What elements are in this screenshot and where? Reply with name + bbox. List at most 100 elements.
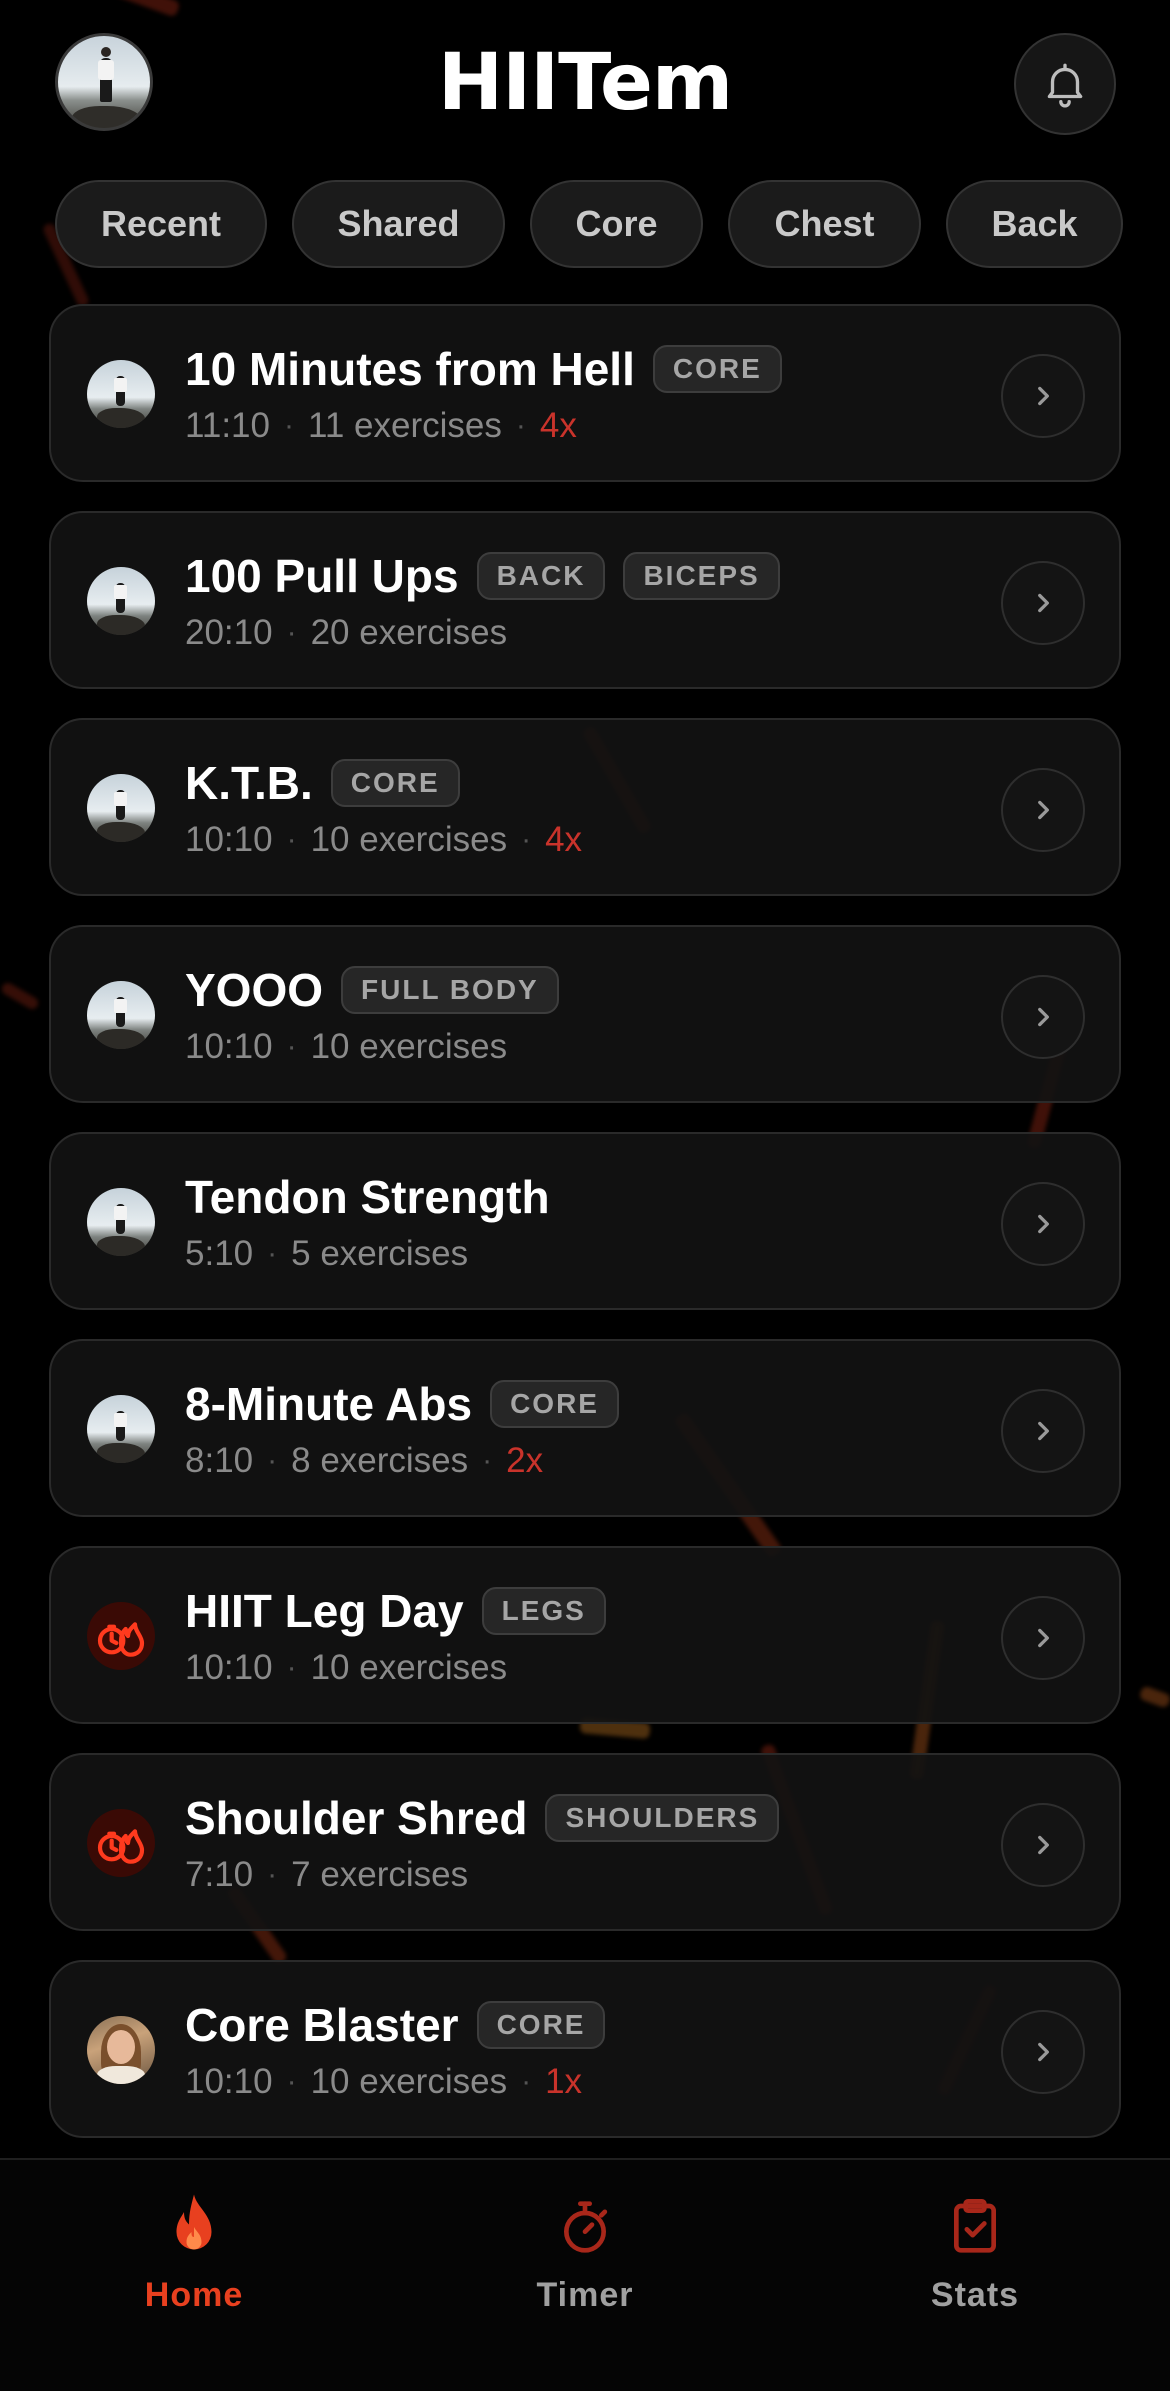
stopwatch-icon: [564, 2201, 608, 2253]
workout-card[interactable]: 8-Minute Abs CORE 8:10 · 8 exercises · 2x: [49, 1339, 1121, 1517]
workout-exercise-count: 11 exercises: [308, 406, 502, 445]
workout-avatar: [87, 2016, 155, 2084]
open-workout-button[interactable]: [1001, 354, 1085, 438]
notifications-button[interactable]: [1014, 33, 1116, 135]
clipboard-check-icon: [954, 2199, 996, 2253]
workout-duration: 11:10: [185, 406, 270, 445]
home-screen: HIITem Recent Shared Core Chest Back 10 …: [0, 0, 1170, 2391]
workout-card[interactable]: 10 Minutes from Hell CORE 11:10 · 11 exer…: [49, 304, 1121, 482]
open-workout-button[interactable]: [1001, 975, 1085, 1059]
workout-duration: 10:10: [185, 820, 273, 859]
workout-tag: SHOULDERS: [545, 1794, 780, 1842]
chevron-right-icon: [1038, 2042, 1049, 2062]
workout-exercise-count: 20 exercises: [310, 613, 508, 652]
workout-exercise-count: 10 exercises: [310, 1648, 508, 1687]
workout-duration: 10:10: [185, 1648, 273, 1687]
workout-avatar: [87, 1602, 155, 1670]
workout-card[interactable]: HIIT Leg Day LEGS 10:10 · 10 exercises: [49, 1546, 1121, 1724]
workout-duration: 10:10: [185, 1027, 273, 1066]
workout-title: 8-Minute Abs: [185, 1378, 473, 1430]
filter-chips: Recent Shared Core Chest Back: [55, 180, 1123, 268]
filter-chip-back[interactable]: Back: [946, 180, 1123, 268]
workout-card[interactable]: Tendon Strength 5:10 · 5 exercises: [49, 1132, 1121, 1310]
chevron-right-icon: [1038, 1214, 1049, 1234]
workout-tag: FULL BODY: [341, 966, 559, 1014]
workout-avatar: [87, 774, 155, 842]
workout-title: Shoulder Shred: [185, 1792, 528, 1844]
workout-rep-count: 4x: [539, 406, 577, 445]
workout-title: Core Blaster: [185, 1999, 459, 2051]
open-workout-button[interactable]: [1001, 768, 1085, 852]
open-workout-button[interactable]: [1001, 1803, 1085, 1887]
filter-chip-shared[interactable]: Shared: [292, 180, 505, 268]
workout-card[interactable]: Shoulder Shred SHOULDERS 7:10 · 7 exercis…: [49, 1753, 1121, 1931]
workout-avatar: [87, 567, 155, 635]
filter-chip-core[interactable]: Core: [530, 180, 703, 268]
workout-tag: BACK: [476, 552, 606, 600]
flame-icon: [176, 2194, 212, 2250]
ember-streak: [1138, 1685, 1170, 1709]
header: HIITem: [0, 0, 1170, 175]
filter-chip-chest[interactable]: Chest: [728, 180, 921, 268]
tab-timer[interactable]: Timer: [465, 2192, 705, 2322]
chevron-right-icon: [1038, 800, 1049, 820]
workout-avatar: [87, 1809, 155, 1877]
workout-card[interactable]: Core Blaster CORE 10:10 · 10 exercises · 1…: [49, 1960, 1121, 2138]
workout-avatar: [87, 1395, 155, 1463]
workout-tag: CORE: [330, 759, 460, 807]
open-workout-button[interactable]: [1001, 1182, 1085, 1266]
open-workout-button[interactable]: [1001, 1596, 1085, 1680]
workout-avatar: [87, 981, 155, 1049]
workout-title: 10 Minutes from Hell: [185, 343, 635, 395]
chevron-right-icon: [1038, 1628, 1049, 1648]
workout-duration: 10:10: [185, 2062, 273, 2101]
open-workout-button[interactable]: [1001, 1389, 1085, 1473]
chevron-right-icon: [1038, 593, 1049, 613]
workout-rep-count: 4x: [545, 820, 583, 859]
workout-title: 100 Pull Ups: [185, 550, 459, 602]
workout-exercise-count: 7 exercises: [291, 1855, 469, 1894]
workout-duration: 20:10: [185, 613, 273, 652]
tab-timer-label: Timer: [536, 2276, 634, 2314]
workout-avatar: [87, 1188, 155, 1256]
workout-duration: 8:10: [185, 1441, 254, 1480]
tab-bar: Home Timer Stats: [0, 2158, 1170, 2391]
ember-streak: [0, 980, 41, 1012]
workout-avatar: [87, 360, 155, 428]
workout-duration: 5:10: [185, 1234, 254, 1273]
tab-stats[interactable]: Stats: [855, 2192, 1095, 2322]
bell-icon: [1047, 63, 1083, 108]
workout-tag: CORE: [476, 2001, 606, 2049]
workout-rep-count: 1x: [545, 2062, 583, 2101]
workout-exercise-count: 10 exercises: [310, 1027, 508, 1066]
tab-home-label: Home: [144, 2276, 244, 2314]
app-flame-timer-icon: [97, 1829, 145, 1864]
workout-title: HIIT Leg Day: [185, 1585, 464, 1637]
workout-card[interactable]: YOOO FULL BODY 10:10 · 10 exercises: [49, 925, 1121, 1103]
workout-title: K.T.B.: [185, 757, 313, 809]
workout-exercise-count: 10 exercises: [310, 2062, 508, 2101]
workout-tag: CORE: [490, 1380, 619, 1428]
chevron-right-icon: [1038, 1835, 1049, 1855]
chevron-right-icon: [1038, 1007, 1049, 1027]
workout-tag: LEGS: [481, 1587, 606, 1635]
workout-title: YOOO: [185, 964, 324, 1016]
filter-chip-recent[interactable]: Recent: [55, 180, 267, 268]
app-flame-timer-icon: [97, 1622, 145, 1657]
workout-card[interactable]: 100 Pull Ups BACK BICEPS 20:10 · 20 exerc…: [49, 511, 1121, 689]
workout-exercise-count: 10 exercises: [310, 820, 508, 859]
chevron-right-icon: [1038, 1421, 1049, 1441]
workout-title: Tendon Strength: [185, 1171, 550, 1223]
workout-rep-count: 2x: [506, 1441, 544, 1480]
tab-home[interactable]: Home: [74, 2192, 314, 2322]
workout-card[interactable]: K.T.B. CORE 10:10 · 10 exercises · 4x: [49, 718, 1121, 896]
open-workout-button[interactable]: [1001, 561, 1085, 645]
workout-tag: BICEPS: [623, 552, 780, 600]
workout-exercise-count: 5 exercises: [291, 1234, 469, 1273]
chevron-right-icon: [1038, 386, 1049, 406]
workout-duration: 7:10: [185, 1855, 254, 1894]
tab-stats-label: Stats: [930, 2276, 1020, 2314]
open-workout-button[interactable]: [1001, 2010, 1085, 2094]
workout-exercise-count: 8 exercises: [291, 1441, 469, 1480]
workout-tag: CORE: [652, 345, 782, 393]
